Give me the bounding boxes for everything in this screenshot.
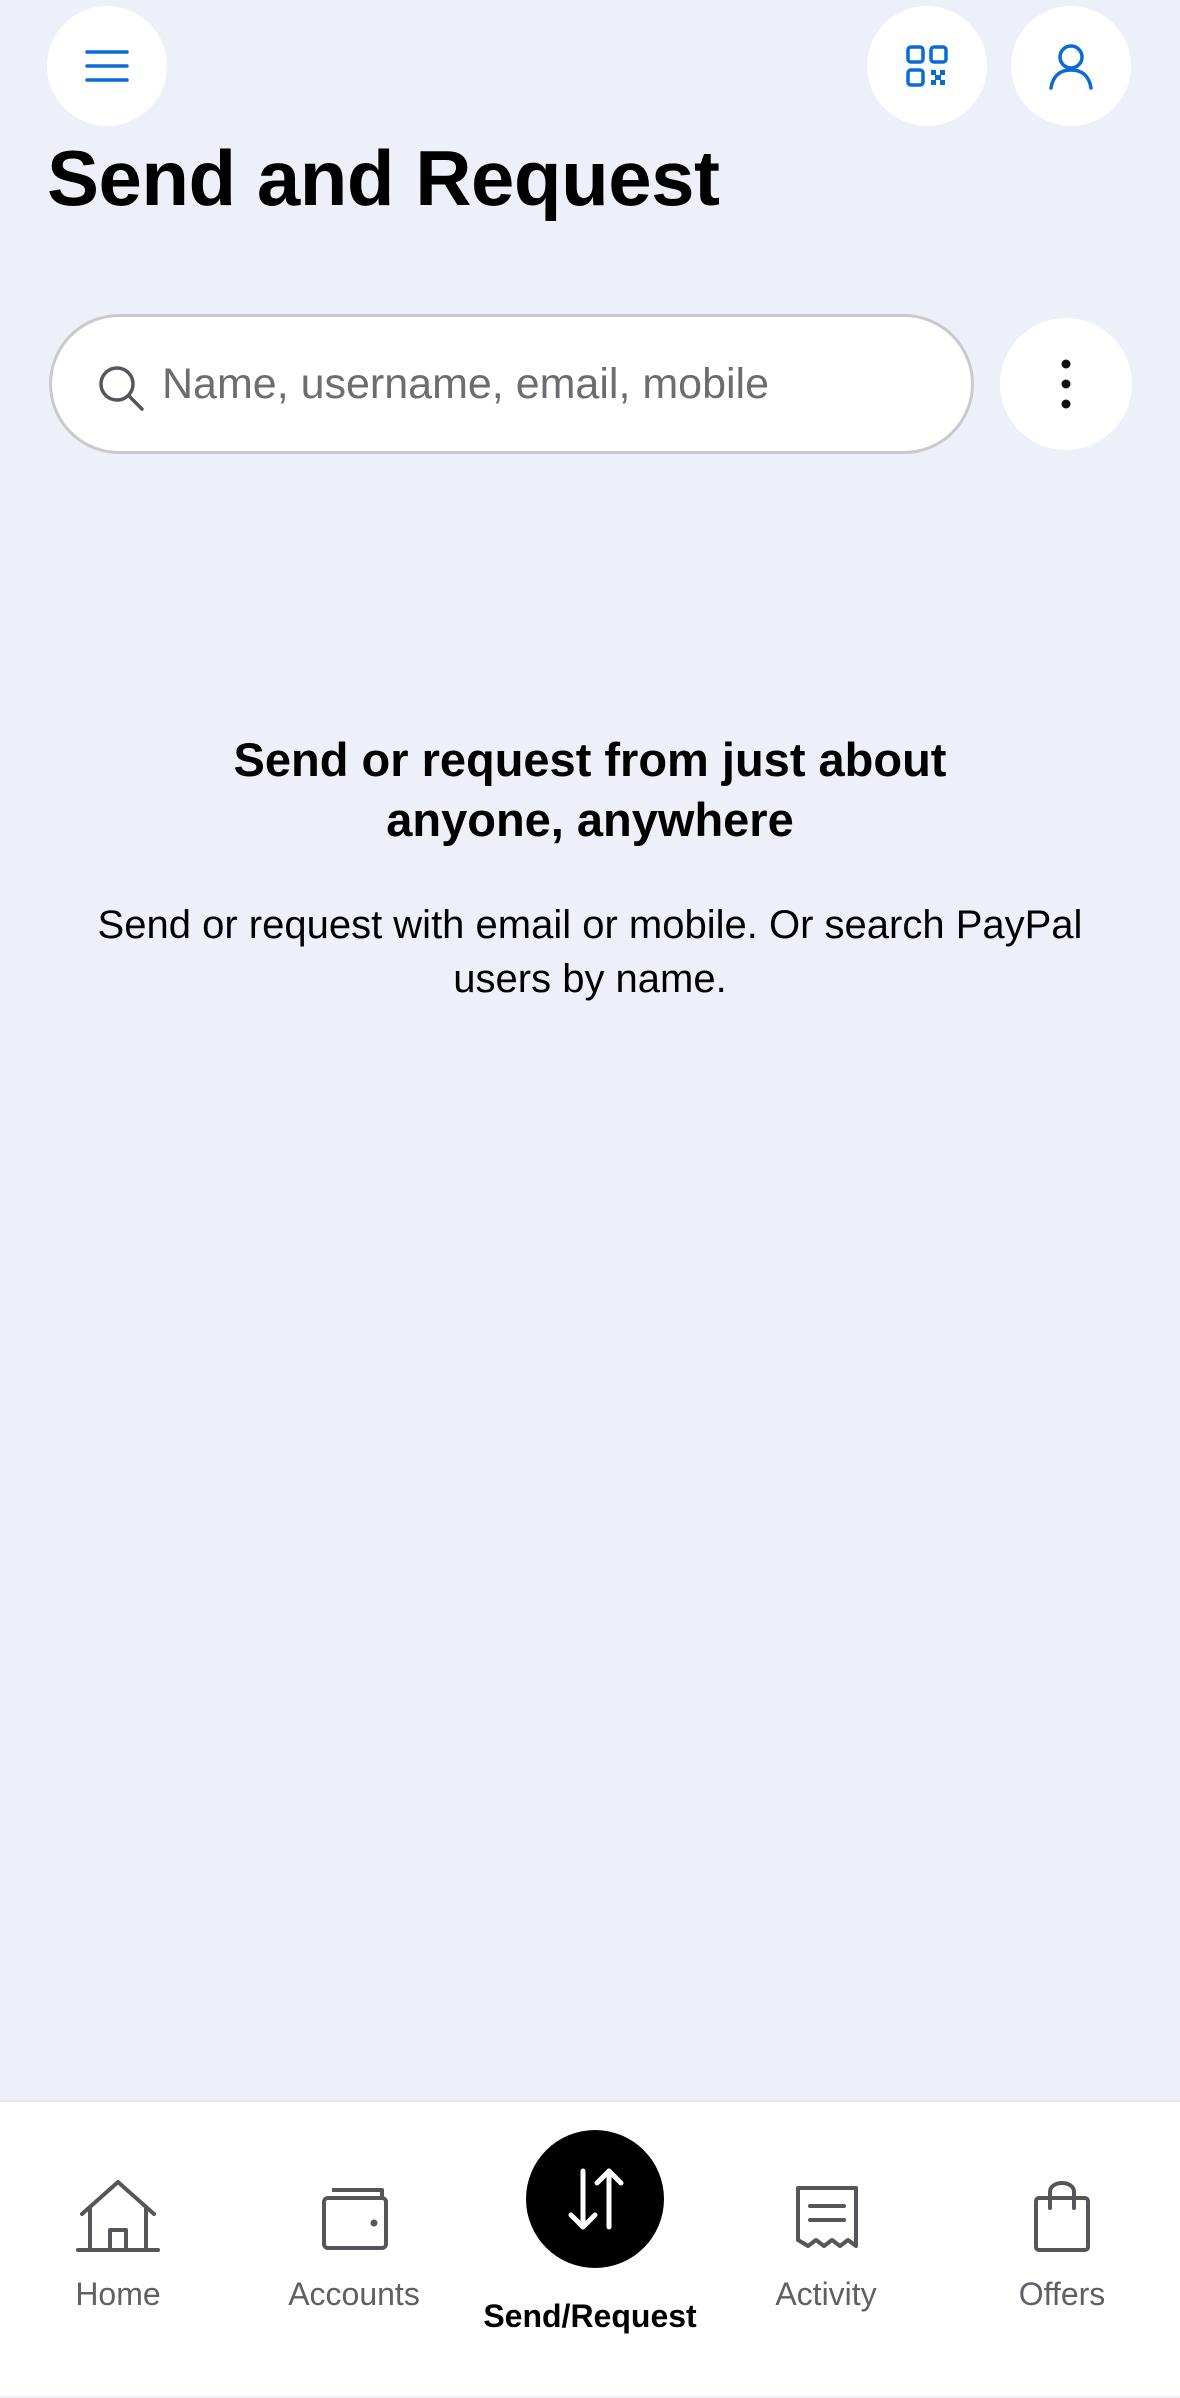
qr-code-icon <box>906 45 948 87</box>
receipt-icon <box>796 2186 858 2248</box>
vertical-dots-icon <box>1061 359 1071 409</box>
hamburger-menu-icon <box>85 50 129 82</box>
profile-button[interactable] <box>1011 6 1131 126</box>
search-input[interactable] <box>162 317 952 451</box>
home-icon <box>76 2180 160 2252</box>
nav-label-activity: Activity <box>775 2276 877 2312</box>
nav-item-activity[interactable]: Activity <box>708 2102 944 2398</box>
user-profile-icon <box>1049 44 1093 90</box>
page-title: Send and Request <box>47 134 720 222</box>
search-icon <box>99 366 144 411</box>
nav-item-home[interactable]: Home <box>0 2102 236 2398</box>
nav-label-send-request: Send/Request <box>483 2298 697 2334</box>
nav-label-offers: Offers <box>1018 2276 1106 2312</box>
empty-state-heading: Send or request from just about anyone, … <box>233 733 947 846</box>
more-options-button[interactable] <box>1000 318 1132 450</box>
shopping-bag-icon <box>1034 2181 1090 2252</box>
bottom-navigation: Home Accounts Send/Request Activity Offe… <box>0 2100 1180 2396</box>
nav-item-accounts[interactable]: Accounts <box>236 2102 472 2398</box>
search-bar[interactable] <box>49 314 974 454</box>
nav-label-home: Home <box>75 2276 161 2312</box>
nav-item-offers[interactable]: Offers <box>944 2102 1180 2398</box>
nav-item-send-request[interactable]: Send/Request <box>472 2102 708 2398</box>
send-request-button[interactable] <box>526 2130 664 2268</box>
menu-button[interactable] <box>47 6 167 126</box>
wallet-icon <box>322 2188 388 2250</box>
empty-state-description: Send or request with email or mobile. Or… <box>97 903 1083 1001</box>
nav-label-accounts: Accounts <box>288 2276 420 2312</box>
transfer-arrows-icon <box>568 2168 624 2230</box>
qr-code-button[interactable] <box>867 6 987 126</box>
